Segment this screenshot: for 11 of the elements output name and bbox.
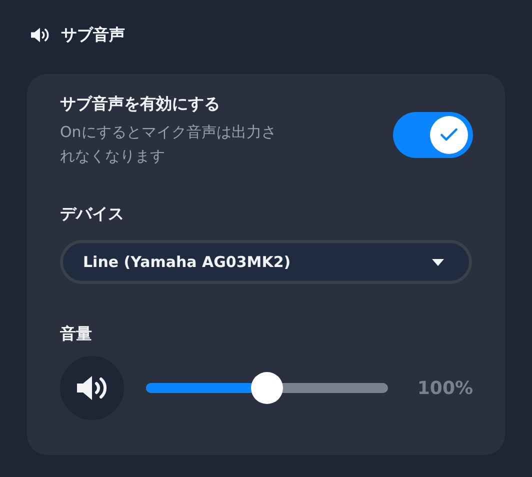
enable-toggle[interactable]	[393, 112, 473, 158]
device-label: デバイス	[60, 203, 124, 225]
slider-thumb[interactable]	[251, 372, 283, 404]
enable-label: サブ音声を有効にする	[60, 93, 221, 115]
volume-reading: 100%	[417, 376, 473, 400]
volume-label: 音量	[60, 323, 92, 345]
section-title: サブ音声	[61, 24, 125, 46]
caret-icon	[431, 258, 445, 266]
speaker-icon	[29, 26, 51, 44]
enable-description: Onにするとマイク音声は出力されなくなります	[60, 122, 278, 167]
device-dropdown[interactable]: Line (Yamaha AG03MK2)	[60, 240, 472, 284]
